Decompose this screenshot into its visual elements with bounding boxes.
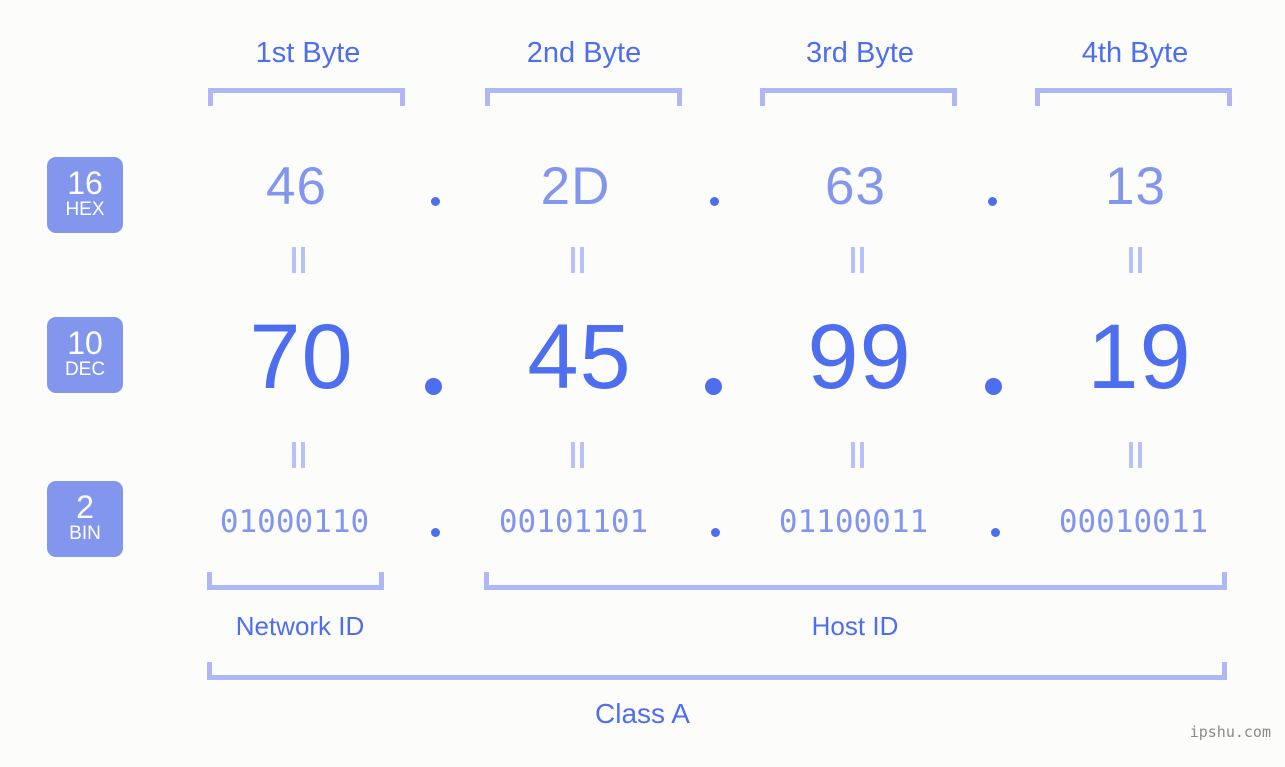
base-badge-bin-number: 2 (76, 489, 94, 525)
bin-byte-4: 00010011 (1058, 504, 1209, 540)
dec-byte-4: 19 (1087, 306, 1192, 408)
class-bracket (207, 662, 1227, 680)
hex-byte-1: 46 (266, 157, 327, 216)
base-badge-dec-name: DEC (64, 359, 106, 380)
byte-bracket-4 (1035, 88, 1232, 106)
byte-bracket-1 (208, 88, 405, 106)
base-badge-hex: 16 HEX (47, 157, 123, 233)
equals-mark-dec-bin-2 (571, 442, 585, 468)
dec-separator-dot-2 (705, 378, 722, 395)
base-badge-hex-number: 16 (67, 165, 103, 201)
dec-separator-dot-1 (425, 378, 442, 395)
host-id-bracket (484, 572, 1227, 590)
byte-header-4: 4th Byte (1081, 37, 1189, 69)
byte-header-3: 3rd Byte (806, 37, 914, 69)
dec-byte-2: 45 (527, 306, 632, 408)
bin-byte-2: 00101101 (498, 504, 649, 540)
base-badge-bin-name: BIN (69, 523, 101, 544)
hex-byte-3: 63 (825, 157, 886, 216)
hex-byte-4: 13 (1105, 157, 1166, 216)
dec-separator-dot-3 (985, 378, 1002, 395)
base-badge-dec: 10 DEC (47, 317, 123, 393)
bin-byte-3: 01100011 (778, 504, 929, 540)
equals-mark-hex-dec-2 (571, 247, 585, 273)
network-id-label: Network ID (235, 611, 365, 641)
byte-bracket-3 (760, 88, 957, 106)
hex-byte-2: 2D (540, 157, 611, 216)
bin-separator-dot-1 (431, 528, 440, 537)
byte-header-1: 1st Byte (255, 37, 361, 69)
byte-header-2: 2nd Byte (526, 37, 642, 69)
equals-mark-hex-dec-3 (851, 247, 865, 273)
dec-byte-3: 99 (807, 306, 912, 408)
dec-byte-1: 70 (249, 306, 354, 408)
bin-separator-dot-3 (991, 528, 1000, 537)
host-id-label: Host ID (811, 611, 899, 641)
bin-separator-dot-2 (711, 528, 720, 537)
watermark: ipshu.com (1189, 723, 1271, 741)
equals-mark-hex-dec-4 (1129, 247, 1143, 273)
byte-bracket-2 (485, 88, 682, 106)
class-label: Class A (0, 695, 1285, 733)
bin-byte-1: 01000110 (219, 504, 370, 540)
base-badge-bin: 2 BIN (47, 481, 123, 557)
network-id-bracket (207, 572, 384, 590)
equals-mark-hex-dec-1 (292, 247, 306, 273)
equals-mark-dec-bin-4 (1129, 442, 1143, 468)
class-label-text: Class A (595, 698, 690, 729)
hex-separator-dot-2 (710, 197, 719, 206)
base-badge-dec-number: 10 (67, 325, 103, 361)
hex-separator-dot-3 (988, 197, 997, 206)
equals-mark-dec-bin-3 (851, 442, 865, 468)
ip-address-breakdown-diagram: 1st Byte 2nd Byte 3rd Byte 4th Byte 16 H… (0, 0, 1285, 767)
equals-mark-dec-bin-1 (292, 442, 306, 468)
base-badge-hex-name: HEX (65, 199, 105, 220)
hex-separator-dot-1 (431, 197, 440, 206)
